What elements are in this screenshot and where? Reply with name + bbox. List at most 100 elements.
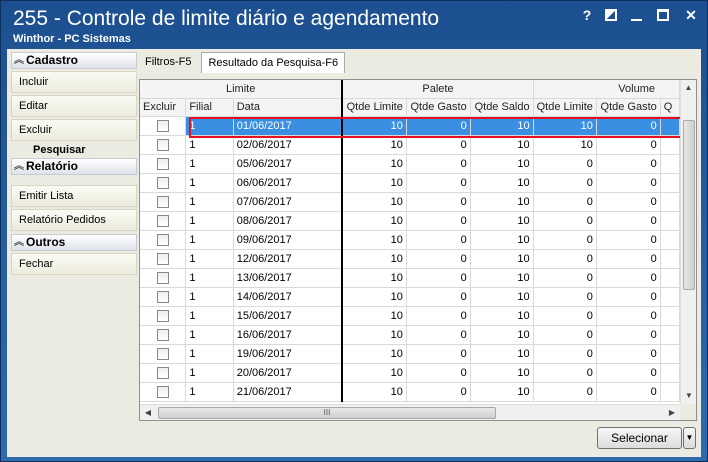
excluir-checkbox[interactable] <box>156 195 169 208</box>
horizontal-scroll-thumb[interactable]: III <box>158 407 496 419</box>
table-row[interactable]: 1 16/06/2017 10 0 10 0 0 <box>140 325 680 345</box>
cell-v-saldo <box>660 249 680 269</box>
tab-strip: Filtros-F5 Resultado da Pesquisa-F6 <box>139 52 346 74</box>
table-row[interactable]: 1 06/06/2017 10 0 10 0 0 <box>140 173 680 193</box>
chevron-up-icon: ︽ <box>14 55 24 66</box>
cell-p-saldo: 10 <box>470 211 534 231</box>
table-row[interactable]: 1 13/06/2017 10 0 10 0 0 <box>140 268 680 288</box>
results-grid[interactable]: Limite Palete Volume Excluir Filial Data… <box>139 79 697 421</box>
sidebar-item-pesquisar[interactable]: Pesquisar <box>11 143 137 158</box>
cell-p-limite: 10 <box>341 116 407 136</box>
cell-filial: 1 <box>185 363 234 383</box>
chevron-up-icon: ︽ <box>14 237 24 248</box>
cell-v-saldo <box>660 154 680 174</box>
cell-p-saldo: 10 <box>470 306 534 326</box>
scroll-right-icon[interactable]: ▶ <box>664 405 680 420</box>
scroll-up-icon[interactable]: ▲ <box>681 80 696 96</box>
cell-data: 09/06/2017 <box>233 230 343 250</box>
excluir-checkbox[interactable] <box>156 347 169 360</box>
restore-button[interactable] <box>605 7 621 23</box>
vertical-scrollbar[interactable]: ▲ ▼ <box>680 80 696 404</box>
table-row[interactable]: 1 01/06/2017 10 0 10 10 0 <box>140 116 680 136</box>
excluir-checkbox[interactable] <box>156 214 169 227</box>
minimize-button[interactable] <box>631 7 647 23</box>
table-row[interactable]: 1 15/06/2017 10 0 10 0 0 <box>140 306 680 326</box>
excluir-checkbox[interactable] <box>156 119 169 132</box>
cell-v-saldo <box>660 230 680 250</box>
maximize-button[interactable] <box>657 7 673 23</box>
help-icon[interactable]: ? <box>579 7 595 23</box>
excluir-checkbox[interactable] <box>156 271 169 284</box>
sidebar-item-emitir-lista[interactable]: Emitir Lista <box>11 185 137 207</box>
table-row[interactable]: 1 08/06/2017 10 0 10 0 0 <box>140 211 680 231</box>
cell-filial: 1 <box>185 287 234 307</box>
cell-filial: 1 <box>185 268 234 288</box>
column-header-volume-saldo[interactable]: Q <box>660 98 680 117</box>
cell-filial: 1 <box>185 211 234 231</box>
table-row[interactable]: 1 12/06/2017 10 0 10 0 0 <box>140 249 680 269</box>
vertical-scroll-thumb[interactable] <box>683 120 695 290</box>
sidebar-item-fechar[interactable]: Fechar <box>11 253 137 275</box>
excluir-checkbox[interactable] <box>156 385 169 398</box>
sidebar-item-editar[interactable]: Editar <box>11 95 137 117</box>
sidebar-header-outros[interactable]: ︽ Outros <box>11 234 137 251</box>
excluir-checkbox[interactable] <box>156 233 169 246</box>
table-row[interactable]: 1 02/06/2017 10 0 10 10 0 <box>140 135 680 155</box>
excluir-checkbox[interactable] <box>156 176 169 189</box>
cell-v-limite: 0 <box>533 382 597 402</box>
excluir-checkbox[interactable] <box>156 328 169 341</box>
cell-v-gasto: 0 <box>596 306 661 326</box>
excluir-checkbox[interactable] <box>156 309 169 322</box>
table-row[interactable]: 1 14/06/2017 10 0 10 0 0 <box>140 287 680 307</box>
scroll-left-icon[interactable]: ◀ <box>140 405 156 420</box>
column-header-volume-limite[interactable]: Qtde Limite <box>533 98 597 117</box>
column-header-data[interactable]: Data <box>233 98 343 117</box>
sidebar-item-excluir[interactable]: Excluir <box>11 119 137 141</box>
horizontal-scrollbar[interactable]: ◀ III ▶ <box>140 404 680 420</box>
excluir-checkbox[interactable] <box>156 138 169 151</box>
cell-p-limite: 10 <box>341 211 407 231</box>
selecionar-button[interactable]: Selecionar <box>597 427 682 449</box>
cell-p-gasto: 0 <box>406 325 471 345</box>
sidebar-header-relatorio[interactable]: ︽ Relatório <box>11 158 137 175</box>
column-header-filial[interactable]: Filial <box>185 98 234 117</box>
cell-v-limite: 0 <box>533 230 597 250</box>
table-row[interactable]: 1 20/06/2017 10 0 10 0 0 <box>140 363 680 383</box>
scroll-down-icon[interactable]: ▼ <box>681 388 696 404</box>
tab-resultado-pesquisa[interactable]: Resultado da Pesquisa-F6 <box>201 52 346 73</box>
sidebar-item-incluir[interactable]: Incluir <box>11 71 137 93</box>
excluir-checkbox-cell <box>140 154 187 174</box>
cell-filial: 1 <box>185 230 234 250</box>
table-row[interactable]: 1 09/06/2017 10 0 10 0 0 <box>140 230 680 250</box>
column-header-palete-saldo[interactable]: Qtde Saldo <box>470 98 534 117</box>
column-header-palete-gasto[interactable]: Qtde Gasto <box>406 98 471 117</box>
table-row[interactable]: 1 07/06/2017 10 0 10 0 0 <box>140 192 680 212</box>
cell-data: 16/06/2017 <box>233 325 343 345</box>
excluir-checkbox-cell <box>140 363 187 383</box>
tab-filtros[interactable]: Filtros-F5 <box>139 52 197 73</box>
excluir-checkbox[interactable] <box>156 252 169 265</box>
cell-v-limite: 0 <box>533 325 597 345</box>
cell-p-saldo: 10 <box>470 154 534 174</box>
selecionar-dropdown-button[interactable]: ▼ <box>683 427 696 449</box>
column-header-excluir[interactable]: Excluir <box>140 98 187 117</box>
table-row[interactable]: 1 21/06/2017 10 0 10 0 0 <box>140 382 680 402</box>
sidebar-header-cadastro[interactable]: ︽ Cadastro <box>11 52 137 69</box>
cell-v-saldo <box>660 135 680 155</box>
table-row[interactable]: 1 05/06/2017 10 0 10 0 0 <box>140 154 680 174</box>
excluir-checkbox-cell <box>140 382 187 402</box>
cell-v-gasto: 0 <box>596 116 661 136</box>
excluir-checkbox[interactable] <box>156 366 169 379</box>
excluir-checkbox[interactable] <box>156 157 169 170</box>
sidebar-item-relatorio-pedidos[interactable]: Relatório Pedidos <box>11 209 137 231</box>
cell-v-limite: 0 <box>533 306 597 326</box>
cell-p-saldo: 10 <box>470 287 534 307</box>
table-row[interactable]: 1 19/06/2017 10 0 10 0 0 <box>140 344 680 364</box>
column-header-volume-gasto[interactable]: Qtde Gasto <box>596 98 661 117</box>
title-bar[interactable]: 255 - Controle de limite diário e agenda… <box>1 1 707 48</box>
excluir-checkbox[interactable] <box>156 290 169 303</box>
cell-v-saldo <box>660 268 680 288</box>
column-header-palete-limite[interactable]: Qtde Limite <box>341 98 407 117</box>
cell-p-gasto: 0 <box>406 306 471 326</box>
close-icon[interactable]: ✕ <box>683 7 699 23</box>
